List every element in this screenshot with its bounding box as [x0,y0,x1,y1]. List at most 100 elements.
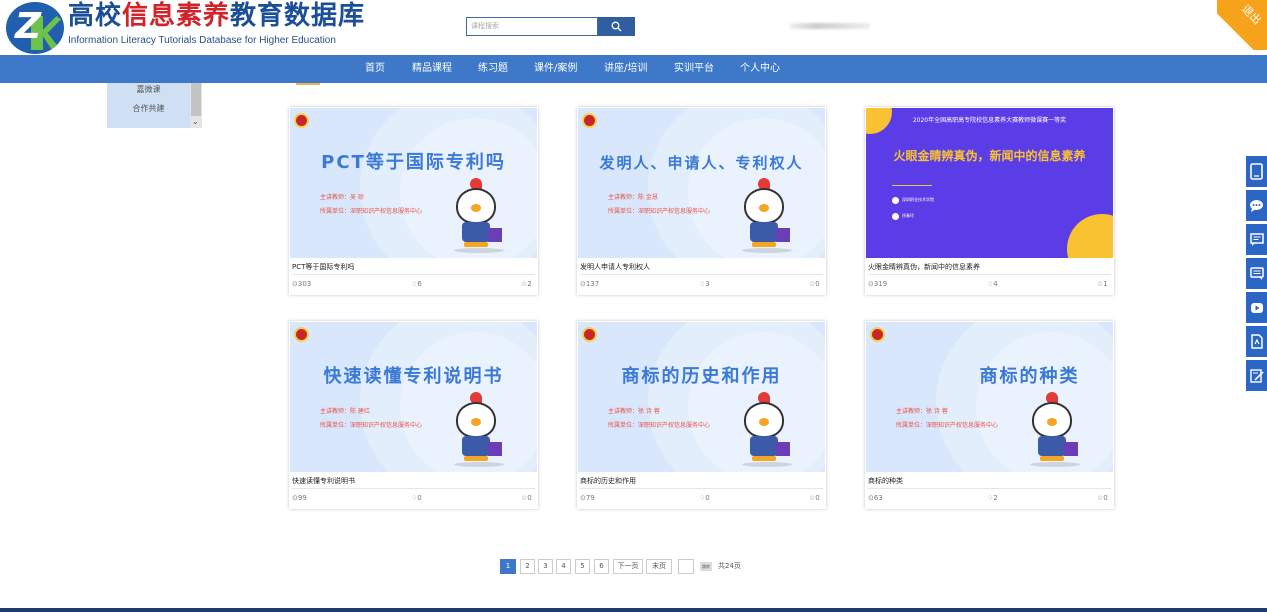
slide-school: 深圳职业技术学院 [892,196,934,204]
course-card[interactable]: 快速读懂专利说明书 主讲教师：陈 建红 所属单位：深职知识产权信息服务中心 快速… [289,321,538,509]
search-button[interactable] [598,17,635,36]
user-info [790,23,870,29]
slide-unit: 所属单位：深职知识产权信息服务中心 [608,422,711,429]
main-nav: 首页 精品课程 练习题 课件/案例 讲座/培训 实训平台 个人中心 [0,55,1267,83]
side-message-button[interactable] [1246,224,1267,255]
category-scrollbar[interactable]: ⌄ [190,83,202,128]
divider [580,488,823,489]
search-input[interactable]: 课程搜索 [466,17,598,36]
school-badge-icon [582,113,597,128]
nav-item-exercises[interactable]: 练习题 [478,55,508,83]
page-number-input[interactable] [678,559,694,574]
site-title[interactable]: 高校信息素养教育数据库 [68,0,365,32]
video-icon [1250,302,1263,313]
like-count[interactable]: ♢6 [411,279,422,289]
course-card[interactable]: 发明人、申请人、专利权人 主讲教师：陈 金慧 所属单位：深职知识产权信息服务中心… [577,107,826,295]
slide-title: 火眼金睛辨真伪，新闻中的信息素养 [893,149,1086,163]
page-button-6[interactable]: 6 [594,559,609,574]
favorite-count[interactable]: ☆1 [1097,279,1108,289]
divider [868,274,1111,275]
slide-author: 徐春玲 [892,212,914,220]
nav-item-training[interactable]: 实训平台 [674,55,714,83]
course-card[interactable]: 商标的历史和作用 主讲教师：徐 诗 蓉 所属单位：深职知识产权信息服务中心 商标… [577,321,826,509]
like-count[interactable]: ♢0 [411,493,422,503]
view-count: ⊙137 [580,280,600,288]
nav-item-cases[interactable]: 课件/案例 [534,55,577,83]
nav-item-lectures[interactable]: 讲座/培训 [604,55,647,83]
like-count[interactable]: ♢2 [987,493,998,503]
course-card[interactable]: 商标的种类 主讲教师：徐 诗 蓉 所属单位：深职知识产权信息服务中心 商标的种类… [865,321,1114,509]
course-name[interactable]: PCT等于国际专利吗 [292,262,535,272]
category-item[interactable]: 合作共建 [107,103,190,115]
course-name[interactable]: 火眼金睛辨真伪，新闻中的信息素养 [868,262,1111,272]
course-name[interactable]: 发明人申请人专利权人 [580,262,823,272]
course-thumbnail[interactable]: 2020年全国高职高专院校信息素养大赛教师微课赛一等奖 火眼金睛辨真伪，新闻中的… [866,108,1113,258]
nav-item-home[interactable]: 首页 [365,55,385,83]
slide-teacher: 主讲教师：吴 琼 [320,194,364,201]
chevron-down-icon[interactable]: ⌄ [192,118,199,126]
course-name[interactable]: 商标的历史和作用 [580,476,823,486]
mascot-icon [450,178,506,256]
slide-teacher: 主讲教师：徐 诗 蓉 [896,408,948,415]
chat-icon [1250,199,1263,212]
school-badge-icon [294,327,309,342]
favorite-count[interactable]: ☆2 [521,279,532,289]
side-edit-button[interactable] [1246,360,1267,391]
view-count: ⊙63 [868,494,883,502]
like-count[interactable]: ♢3 [699,279,710,289]
header: Z 高校信息素养教育数据库 Information Literacy Tutor… [0,0,1267,55]
course-name[interactable]: 商标的种类 [868,476,1111,486]
divider [868,488,1111,489]
message-icon [1249,232,1264,246]
site-title-part1: 高校 [68,1,123,31]
course-card[interactable]: 2020年全国高职高专院校信息素养大赛教师微课赛一等奖 火眼金睛辨真伪，新闻中的… [865,107,1114,295]
mascot-icon [450,392,506,470]
school-badge-icon [294,113,309,128]
side-video-button[interactable] [1246,292,1267,323]
side-chat-button[interactable] [1246,190,1267,221]
view-count: ⊙99 [292,494,307,502]
slide-title: 快速读懂专利说明书 [323,366,504,387]
side-document-button[interactable] [1246,326,1267,357]
favorite-count[interactable]: ☆0 [1097,493,1108,503]
side-tablet-button[interactable] [1246,156,1267,187]
nav-item-courses[interactable]: 精品课程 [412,55,452,83]
slide-unit: 所属单位：深职知识产权信息服务中心 [896,422,999,429]
category-item[interactable]: 嘉微课 [107,84,190,96]
school-badge-icon [582,327,597,342]
view-count: ⊙319 [868,280,888,288]
go-button[interactable]: 跳转 [700,562,712,571]
like-count[interactable]: ♢4 [987,279,998,289]
logo-icon[interactable]: Z [6,2,64,54]
like-count[interactable]: ♢0 [699,493,710,503]
edit-icon [1249,368,1264,383]
page-button-5[interactable]: 5 [575,559,590,574]
side-comment-button[interactable] [1246,258,1267,289]
nav-item-profile[interactable]: 个人中心 [740,55,780,83]
tablet-icon [1250,163,1263,180]
page-button-3[interactable]: 3 [538,559,553,574]
last-page-button[interactable]: 末页 [646,559,672,574]
favorite-count[interactable]: ☆0 [809,279,820,289]
logout-button[interactable]: 退出 [1217,0,1267,50]
mascot-icon [738,178,794,256]
document-icon [1250,334,1263,349]
page-button-1[interactable]: 1 [500,559,516,574]
course-thumbnail[interactable]: 发明人、申请人、专利权人 主讲教师：陈 金慧 所属单位：深职知识产权信息服务中心 [578,108,825,258]
page-button-2[interactable]: 2 [520,559,535,574]
course-card[interactable]: PCT等于国际专利吗 主讲教师：吴 琼 所属单位：深职知识产权信息服务中心 PC… [289,107,538,295]
slide-title: PCT等于国际专利吗 [321,152,506,173]
page-button-4[interactable]: 4 [556,559,571,574]
course-thumbnail[interactable]: 商标的历史和作用 主讲教师：徐 诗 蓉 所属单位：深职知识产权信息服务中心 [578,322,825,472]
course-thumbnail[interactable]: 快速读懂专利说明书 主讲教师：陈 建红 所属单位：深职知识产权信息服务中心 [290,322,537,472]
course-thumbnail[interactable]: PCT等于国际专利吗 主讲教师：吴 琼 所属单位：深职知识产权信息服务中心 [290,108,537,258]
course-thumbnail[interactable]: 商标的种类 主讲教师：徐 诗 蓉 所属单位：深职知识产权信息服务中心 [866,322,1113,472]
next-page-button[interactable]: 下一页 [613,559,643,574]
tab-indicator [296,83,320,85]
favorite-count[interactable]: ☆0 [521,493,532,503]
course-name[interactable]: 快速读懂专利说明书 [292,476,535,486]
divider [580,274,823,275]
mascot-icon [738,392,794,470]
favorite-count[interactable]: ☆0 [809,493,820,503]
site-subtitle: Information Literacy Tutorials Database … [68,35,336,46]
